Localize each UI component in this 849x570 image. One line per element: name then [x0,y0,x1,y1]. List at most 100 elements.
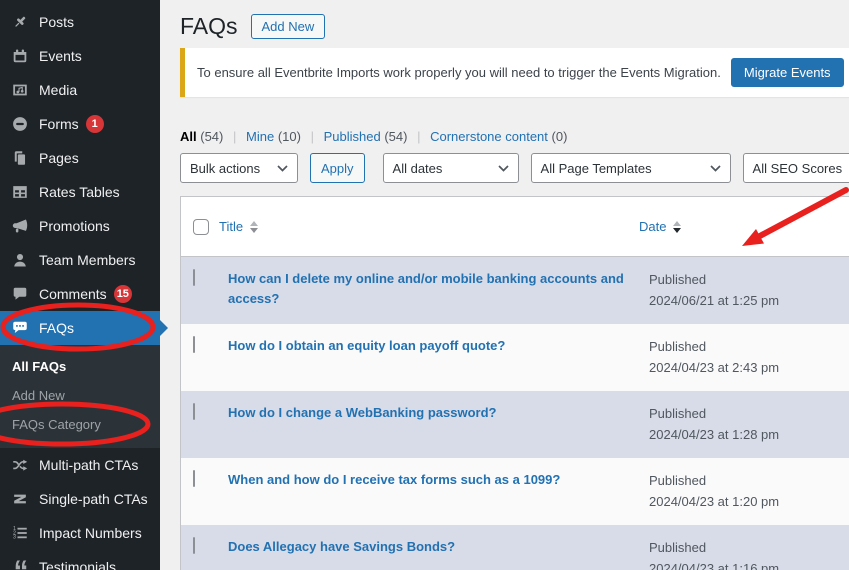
row-checkbox[interactable] [193,536,195,554]
publish-date: 2024/06/21 at 1:25 pm [649,293,780,309]
view-all[interactable]: All (54) [180,129,223,144]
view-separator: | [310,129,314,144]
status-label: Published [649,405,707,421]
list-toolbar: Bulk actions Apply All dates All Page Te… [180,153,849,183]
title-column-header: Title [219,219,639,234]
faqs-submenu: All FAQs Add New FAQs Category [0,345,160,448]
bulk-actions-select[interactable]: Bulk actions [180,153,298,183]
table-icon [10,182,30,202]
faq-title-link[interactable]: How can I delete my online and/or mobile… [228,271,624,306]
select-all-cell [181,218,219,235]
svg-text:3: 3 [13,535,16,541]
publish-date: 2024/04/23 at 2:43 pm [649,360,780,376]
pin-icon [10,12,30,32]
comments-count-badge: 15 [113,285,132,303]
sidebar-item-label: Impact Numbers [39,525,142,541]
table-row: How can I delete my online and/or mobile… [181,257,849,324]
shuffle-icon [10,455,30,475]
events-migration-notice: To ensure all Eventbrite Imports work pr… [180,48,849,97]
comment-icon [10,284,30,304]
table-row: How do I obtain an equity loan payoff qu… [181,323,849,391]
sidebar-item-label: Rates Tables [39,184,120,200]
sort-arrows-icon [250,220,259,233]
sidebar-item-label: Pages [39,150,79,166]
faq-title-link[interactable]: How do I obtain an equity loan payoff qu… [228,338,505,353]
sidebar-item-posts[interactable]: Posts [0,5,160,39]
all-dates-select[interactable]: All dates [382,153,519,183]
sidebar-item-label: Media [39,82,78,98]
sidebar-item-team-members[interactable]: Team Members [0,243,160,277]
faqs-list-table: Title Date How can I delete my online an… [180,196,849,570]
sidebar-item-impact-numbers[interactable]: 123 Impact Numbers [0,516,160,550]
chevron-down-icon [277,164,288,172]
sidebar-item-single-path-ctas[interactable]: Single-path CTAs [0,482,160,516]
status-label: Published [649,272,707,287]
sort-by-date[interactable]: Date [639,219,682,234]
sidebar-item-events[interactable]: Events [0,39,160,73]
row-checkbox[interactable] [193,269,195,286]
faq-title-link[interactable]: When and how do I receive tax forms such… [228,472,560,487]
pages-icon [10,148,30,168]
wordpress-admin-screen: Posts Events Media Forms 1 Pages Rates T… [0,0,849,570]
table-row: How do I change a WebBanking password? P… [181,390,849,458]
status-label: Published [649,338,707,354]
page-templates-select[interactable]: All Page Templates [530,153,731,183]
migrate-events-button[interactable]: Migrate Events [730,58,844,87]
notice-text: To ensure all Eventbrite Imports work pr… [197,65,721,80]
faq-title-link[interactable]: How do I change a WebBanking password? [228,405,496,420]
sort-by-title[interactable]: Title [219,219,259,234]
table-header-row: Title Date [181,197,849,257]
table-row: When and how do I receive tax forms such… [181,457,849,525]
sidebar-item-label: Testimonials [39,559,117,570]
chat-icon [10,318,30,338]
admin-sidebar: Posts Events Media Forms 1 Pages Rates T… [0,0,168,570]
sidebar-item-forms[interactable]: Forms 1 [0,107,160,141]
media-icon [10,80,30,100]
row-checkbox[interactable] [193,402,195,420]
quote-icon: “ [10,556,30,570]
view-separator: | [417,129,421,144]
sidebar-item-label: Multi-path CTAs [39,457,139,473]
sidebar-item-multi-path-ctas[interactable]: Multi-path CTAs [0,448,160,482]
sidebar-item-promotions[interactable]: Promotions [0,209,160,243]
row-checkbox[interactable] [193,469,195,487]
status-label: Published [649,472,707,488]
publish-date: 2024/04/23 at 1:20 pm [649,494,780,510]
user-icon [10,250,30,270]
view-separator: | [233,129,237,144]
sidebar-item-media[interactable]: Media [0,73,160,107]
sidebar-item-label: Comments [39,286,107,302]
status-label: Published [649,539,707,555]
view-cornerstone-content[interactable]: Cornerstone content (0) [430,129,567,144]
view-published[interactable]: Published (54) [324,129,408,144]
publish-date: 2024/04/23 at 1:28 pm [649,427,780,443]
forms-count-badge: 1 [85,115,104,133]
sidebar-item-pages[interactable]: Pages [0,141,160,175]
sort-arrows-icon [673,220,682,233]
zigzag-icon [10,489,30,509]
main-content: FAQs Add New To ensure all Eventbrite Im… [160,0,849,570]
sidebar-item-rates-tables[interactable]: Rates Tables [0,175,160,209]
faq-title-link[interactable]: Does Allegacy have Savings Bonds? [228,539,455,554]
page-title: FAQs [180,12,238,39]
sidebar-item-label: FAQs [39,320,75,336]
chevron-down-icon [497,164,509,172]
apply-button[interactable]: Apply [310,153,365,183]
megaphone-icon [10,216,30,236]
seo-scores-select[interactable]: All SEO Scores [742,153,849,183]
sidebar-item-comments[interactable]: Comments 15 [0,277,160,311]
sidebar-item-faqs[interactable]: FAQs [0,311,168,345]
submenu-item-all-faqs[interactable]: All FAQs [0,352,160,381]
select-all-checkbox[interactable] [193,218,209,235]
submenu-item-faqs-category[interactable]: FAQs Category [0,410,160,439]
sidebar-item-testimonials[interactable]: “ Testimonials [0,550,160,570]
submenu-item-add-new[interactable]: Add New [0,381,160,410]
calendar-icon [10,46,30,66]
sidebar-item-label: Single-path CTAs [39,491,148,507]
row-checkbox[interactable] [193,335,195,353]
forms-icon [10,114,30,134]
view-mine[interactable]: Mine (10) [246,129,301,144]
date-column-header: Date [639,219,849,234]
add-new-button[interactable]: Add New [250,13,326,39]
ordered-list-icon: 123 [10,523,30,543]
